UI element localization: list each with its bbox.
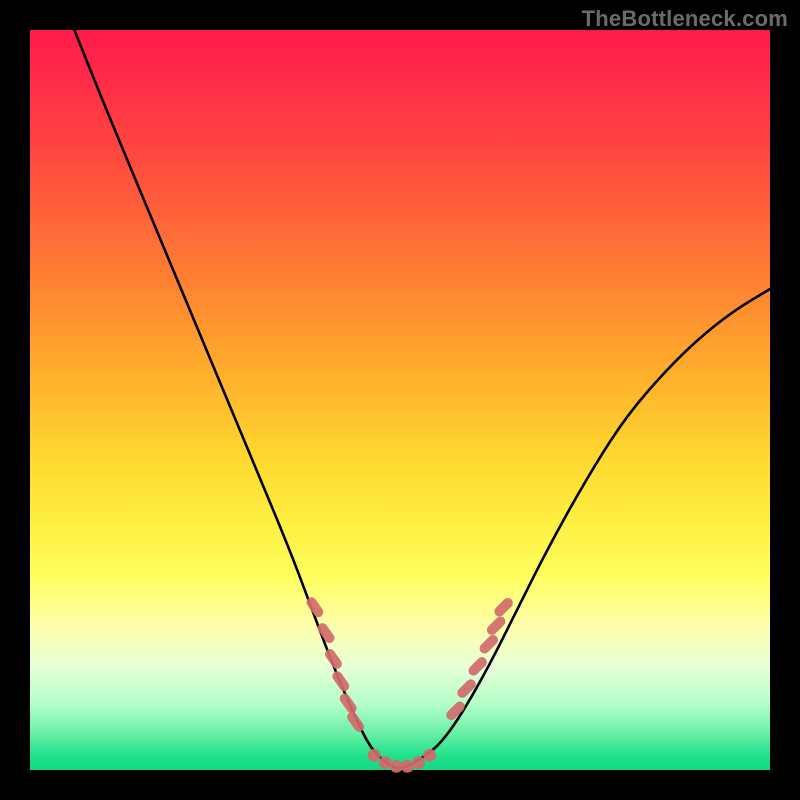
chart-svg [30,30,770,770]
watermark-label: TheBottleneck.com [582,6,788,32]
marker-pill [492,596,515,619]
plot-area [30,30,770,770]
bottleneck-curve [74,30,770,768]
marker-dot [423,749,436,762]
marker-dot [390,760,403,773]
data-markers [304,595,514,772]
marker-dot [412,756,425,769]
marker-dot [368,749,381,762]
marker-pill [466,655,489,678]
marker-dot [401,760,414,773]
marker-pill [338,692,359,716]
marker-dot [379,756,392,769]
marker-pill [455,677,478,700]
marker-pill [330,669,351,693]
marker-pill [323,647,344,671]
chart-container: TheBottleneck.com [0,0,800,800]
